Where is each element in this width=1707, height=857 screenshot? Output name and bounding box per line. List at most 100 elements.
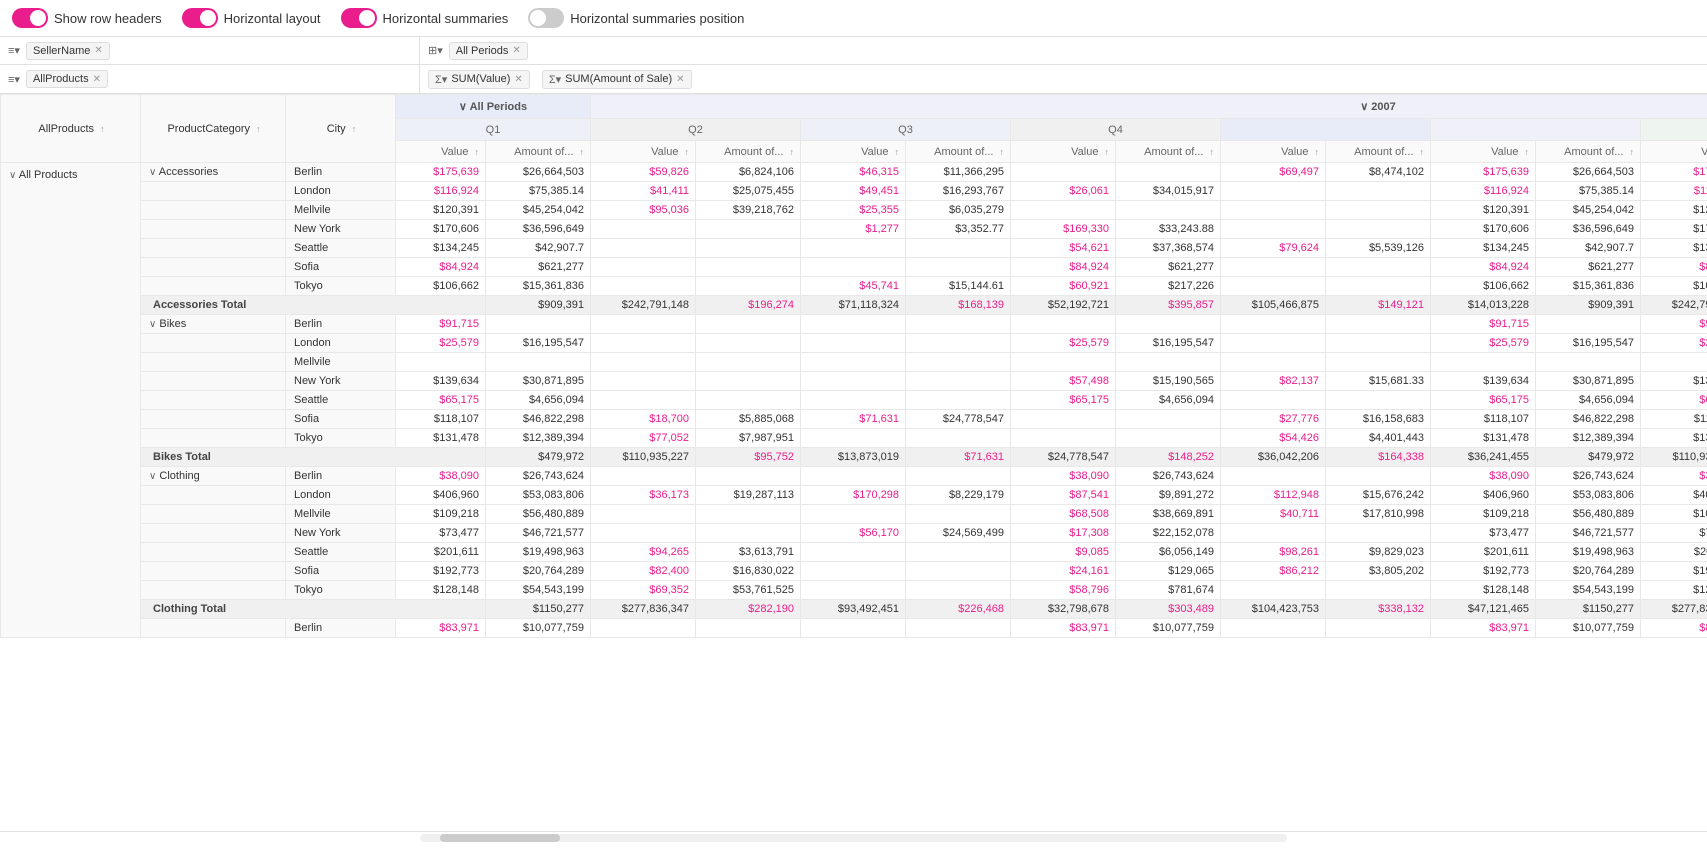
scrollbar-thumb[interactable] xyxy=(440,834,560,842)
table-row: New York$73,477$46,721,577$56,170$24,569… xyxy=(1,524,1707,543)
filter-chip-sum-amount-close[interactable]: ✕ xyxy=(676,74,684,85)
show-row-headers-toggle[interactable] xyxy=(12,8,48,28)
col-header-product-category[interactable]: ProductCategory ↑ xyxy=(141,95,286,163)
total-label: Clothing Total xyxy=(141,600,486,619)
filters-row: ≡▾ SellerName ✕ ≡▾ AllProducts ✕ ⊞▾ All … xyxy=(0,37,1707,94)
sort-allper-amount[interactable]: ↑ xyxy=(580,147,585,157)
col-q1-value[interactable]: Value ↑ xyxy=(591,141,696,163)
col-allper-07-header xyxy=(1221,119,1431,141)
col-q3-value[interactable]: Value ↑ xyxy=(1011,141,1116,163)
filter-chip-seller[interactable]: SellerName ✕ xyxy=(26,42,110,60)
table-row: Bikes Total$479,972$110,935,227$95,752$1… xyxy=(1,448,1707,467)
table-row: Sofia$118,107$46,822,298$18,700$5,885,06… xyxy=(1,410,1707,429)
col-allproducts-label: AllProducts xyxy=(38,123,94,135)
col-q4-value[interactable]: Value ↑ xyxy=(1221,141,1326,163)
filter-row-periods: ⊞▾ All Periods ✕ xyxy=(420,37,1707,65)
toggle-horizontal-summaries-position[interactable]: Horizontal summaries position xyxy=(528,8,744,28)
horizontal-summaries-label: Horizontal summaries xyxy=(383,11,509,26)
sort-allproducts-icon[interactable]: ↑ xyxy=(100,124,105,134)
table-row: Mellvile$109,218$56,480,889$68,508$38,66… xyxy=(1,505,1707,524)
filter-chip-sum-value-close[interactable]: ✕ xyxy=(514,74,522,85)
dim-city: Mellvile xyxy=(286,201,396,220)
sort-q4-amount[interactable]: ↑ xyxy=(1420,147,1425,157)
dim-category xyxy=(141,562,286,581)
horizontal-scrollbar[interactable] xyxy=(0,831,1707,843)
filter-row-measures: Σ▾ SUM(Value) ✕ Σ▾ SUM(Amount of Sale) ✕ xyxy=(420,65,1707,93)
table-row: Tokyo$128,148$54,543,199$69,352$53,761,5… xyxy=(1,581,1707,600)
col-allper-amount[interactable]: Amount of... ↑ xyxy=(486,141,591,163)
col-allper2-amount[interactable]: Amount of... ↑ xyxy=(1536,141,1641,163)
col-allper2-value[interactable]: Value ↑ xyxy=(1431,141,1536,163)
table-row: Seattle$134,245$42,907.7$54,621$37,368,5… xyxy=(1,239,1707,258)
filter-icon-products: ≡▾ xyxy=(8,73,20,86)
table-row: Seattle$65,175$4,656,094$65,175$4,656,09… xyxy=(1,391,1707,410)
filter-row-products: ≡▾ AllProducts ✕ xyxy=(0,65,419,93)
table-row: Mellvile$81,740$9,244.04 xyxy=(1,353,1707,372)
dim-category xyxy=(141,429,286,448)
dim-city: Berlin xyxy=(286,467,396,486)
dim-category xyxy=(141,372,286,391)
col-q4-amount[interactable]: Amount of... ↑ xyxy=(1326,141,1431,163)
dim-city: Seattle xyxy=(286,239,396,258)
table-row: Sofia$192,773$20,764,289$82,400$16,830,0… xyxy=(1,562,1707,581)
dim-category xyxy=(141,524,286,543)
horizontal-summaries-position-label: Horizontal summaries position xyxy=(570,11,744,26)
sort-q2-amount[interactable]: ↑ xyxy=(1000,147,1005,157)
sort-allper-value[interactable]: ↑ xyxy=(475,147,480,157)
dim-city: Berlin xyxy=(286,163,396,182)
col-q3-amount[interactable]: Amount of... ↑ xyxy=(1116,141,1221,163)
table-row: London$116,924$75,385.14$41,411$25,075,4… xyxy=(1,182,1707,201)
col-q2-amount[interactable]: Amount of... ↑ xyxy=(906,141,1011,163)
table-row: New York$170,606$36,596,649$1,277$3,352.… xyxy=(1,220,1707,239)
dim-category: ∨ Accessories xyxy=(141,163,286,182)
col-2007t-value[interactable]: Value ↑ xyxy=(1641,141,1707,163)
filter-chip-seller-close[interactable]: ✕ xyxy=(94,45,102,56)
table-row: London$406,960$53,083,806$36,173$19,287,… xyxy=(1,486,1707,505)
sort-productcategory-icon[interactable]: ↑ xyxy=(256,124,261,134)
header-period-group-row: AllProducts ↑ ProductCategory ↑ City ↑ ∨… xyxy=(1,95,1707,119)
total-label: Bikes Total xyxy=(141,448,486,467)
horizontal-summaries-toggle[interactable] xyxy=(341,8,377,28)
filter-sigma-value: Σ▾ xyxy=(435,73,447,86)
sort-q3-value[interactable]: ↑ xyxy=(1105,147,1110,157)
dim-city: Sofia xyxy=(286,410,396,429)
sort-city-icon[interactable]: ↑ xyxy=(352,124,357,134)
dim-category xyxy=(141,353,286,372)
filter-chip-sum-value[interactable]: Σ▾ SUM(Value) ✕ xyxy=(428,70,530,89)
sort-allper2-amount[interactable]: ↑ xyxy=(1630,147,1635,157)
toggle-horizontal-summaries[interactable]: Horizontal summaries xyxy=(341,8,509,28)
col-q1-amount[interactable]: Amount of... ↑ xyxy=(696,141,801,163)
dim-city: Sofia xyxy=(286,562,396,581)
col-q2-value[interactable]: Value ↑ xyxy=(801,141,906,163)
horizontal-layout-toggle[interactable] xyxy=(182,8,218,28)
dim-city: Tokyo xyxy=(286,429,396,448)
data-table-container[interactable]: AllProducts ↑ ProductCategory ↑ City ↑ ∨… xyxy=(0,94,1707,831)
sort-q3-amount[interactable]: ↑ xyxy=(1210,147,1215,157)
dim-city: Tokyo xyxy=(286,581,396,600)
table-row: ∨ ClothingBerlin$38,090$26,743,624$38,09… xyxy=(1,467,1707,486)
sort-q2-value[interactable]: ↑ xyxy=(895,147,900,157)
dim-category xyxy=(141,258,286,277)
pivot-table: AllProducts ↑ ProductCategory ↑ City ↑ ∨… xyxy=(0,94,1707,638)
col-header-all-products[interactable]: AllProducts ↑ xyxy=(1,95,141,163)
filter-chip-periods[interactable]: All Periods ✕ xyxy=(449,42,528,60)
col-allper-value[interactable]: Value ↑ xyxy=(396,141,486,163)
col-q4-07-header: Q4 xyxy=(1011,119,1221,141)
table-row: ∨ BikesBerlin$91,715$91,715$91,715$17,49… xyxy=(1,315,1707,334)
filter-chip-products-close[interactable]: ✕ xyxy=(93,74,101,85)
toggle-show-row-headers[interactable]: Show row headers xyxy=(12,8,162,28)
dim-category xyxy=(141,182,286,201)
filter-chip-periods-close[interactable]: ✕ xyxy=(512,45,520,56)
table-row: Sofia$84,924$621,277$84,924$621,277$84,9… xyxy=(1,258,1707,277)
sort-q4-value[interactable]: ↑ xyxy=(1315,147,1320,157)
sort-q1-value[interactable]: ↑ xyxy=(685,147,690,157)
sort-q1-amount[interactable]: ↑ xyxy=(790,147,795,157)
col-header-city[interactable]: City ↑ xyxy=(286,95,396,163)
filter-chip-products[interactable]: AllProducts ✕ xyxy=(26,70,108,88)
sort-allper2-value[interactable]: ↑ xyxy=(1525,147,1530,157)
filter-left: ≡▾ SellerName ✕ ≡▾ AllProducts ✕ xyxy=(0,37,420,93)
col-q3-07-header: Q3 xyxy=(801,119,1011,141)
filter-chip-sum-amount[interactable]: Σ▾ SUM(Amount of Sale) ✕ xyxy=(542,70,692,89)
toggle-horizontal-layout[interactable]: Horizontal layout xyxy=(182,8,321,28)
horizontal-summaries-position-toggle[interactable] xyxy=(528,8,564,28)
